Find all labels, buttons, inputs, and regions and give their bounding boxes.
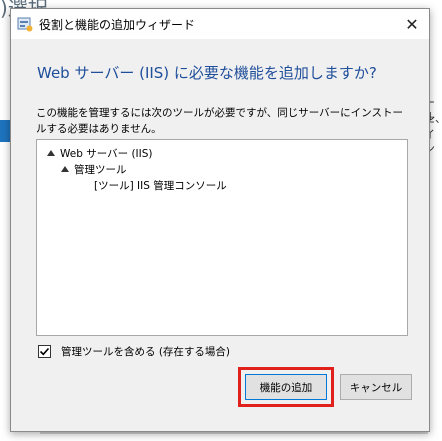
feature-tree[interactable]: Web サーバー (IIS) 管理ツール [ツール] IIS 管理コンソール xyxy=(36,139,408,336)
checkmark-icon xyxy=(39,347,50,356)
include-tools-option[interactable]: 管理ツールを含める (存在する場合) xyxy=(38,344,230,359)
dialog-title: 役割と機能の追加ウィザード xyxy=(39,18,196,32)
tree-expand-icon[interactable] xyxy=(61,166,69,172)
close-icon[interactable]: ✕ xyxy=(399,11,425,37)
add-features-dialog: 役割と機能の追加ウィザード ✕ Web サーバー (IIS) に必要な機能を追加… xyxy=(10,8,430,432)
include-tools-checkbox[interactable] xyxy=(38,345,51,358)
dialog-heading: Web サーバー (IIS) に必要な機能を追加しますか? xyxy=(37,64,377,82)
tree-item-web-server[interactable]: Web サーバー (IIS) xyxy=(47,146,153,161)
tree-item-label: Web サーバー (IIS) xyxy=(60,148,153,160)
add-features-button[interactable]: 機能の追加 xyxy=(238,367,334,407)
tree-item-iis-console[interactable]: [ツール] IIS 管理コンソール xyxy=(94,178,227,193)
tree-item-label: 管理ツール xyxy=(74,164,127,176)
dialog-titlebar[interactable]: 役割と機能の追加ウィザード ✕ xyxy=(11,9,429,39)
cancel-button[interactable]: キャンセル xyxy=(340,374,412,400)
dialog-description: この機能を管理するには次のツールが必要ですが、同じサーバーにインストールする必要… xyxy=(36,107,403,135)
include-tools-label: 管理ツールを含める (存在する場合) xyxy=(61,346,231,358)
server-manager-icon xyxy=(17,17,33,32)
tree-item-label: [ツール] IIS 管理コンソール xyxy=(94,180,227,192)
tree-expand-icon[interactable] xyxy=(47,150,55,156)
tree-item-management-tools[interactable]: 管理ツール xyxy=(61,162,127,177)
